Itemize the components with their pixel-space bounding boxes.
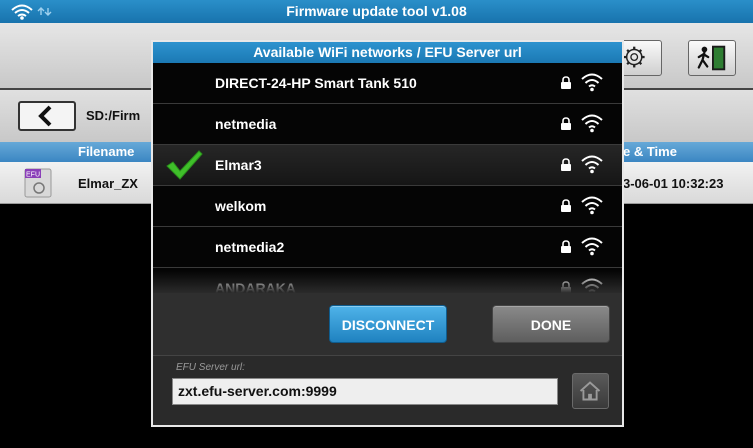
network-ssid: Elmar3: [215, 157, 262, 173]
exit-button[interactable]: [688, 40, 736, 76]
current-path: SD:/Firm: [86, 108, 141, 123]
efu-label: EFU: [26, 172, 40, 179]
exit-door-icon: [697, 45, 726, 71]
efu-file-icon: EFU: [24, 168, 52, 198]
network-item[interactable]: netmedia2: [153, 227, 622, 268]
disconnect-button[interactable]: DISCONNECT: [329, 305, 447, 343]
wifi-signal-icon: [581, 73, 603, 92]
network-item[interactable]: netmedia: [153, 104, 622, 145]
network-item[interactable]: DIRECT-24-HP Smart Tank 510: [153, 63, 622, 104]
lock-icon: [561, 76, 571, 89]
server-url-label: EFU Server url:: [176, 362, 245, 373]
column-datetime[interactable]: e & Time: [623, 144, 677, 159]
lock-icon: [561, 240, 571, 253]
wifi-signal-icon: [581, 114, 603, 133]
wifi-signal-icon: [581, 196, 603, 215]
network-item-connected[interactable]: Elmar3: [153, 145, 622, 186]
home-button[interactable]: [572, 373, 609, 409]
network-list[interactable]: DIRECT-24-HP Smart Tank 510 netmedia Elm…: [153, 63, 622, 293]
home-icon: [579, 381, 601, 401]
file-name: Elmar_ZX: [78, 176, 138, 191]
lock-icon: [561, 158, 571, 171]
server-url-input[interactable]: zxt.efu-server.com:9999: [172, 378, 558, 405]
window-title: Firmware update tool v1.08: [286, 3, 467, 19]
chevron-left-icon: [38, 105, 52, 127]
network-item[interactable]: welkom: [153, 186, 622, 227]
title-bar: Firmware update tool v1.08: [0, 0, 753, 23]
dialog-button-row: DISCONNECT DONE: [153, 293, 622, 355]
wifi-status-icon: [11, 4, 52, 20]
network-ssid: welkom: [215, 198, 267, 214]
wifi-signal-icon: [581, 278, 603, 293]
lock-icon: [561, 117, 571, 130]
server-url-panel: EFU Server url: zxt.efu-server.com:9999: [153, 355, 622, 425]
network-ssid: netmedia2: [215, 239, 285, 255]
lock-icon: [561, 199, 571, 212]
wifi-signal-icon: [581, 237, 603, 256]
file-datetime: 3-06-01 10:32:23: [623, 176, 724, 191]
network-ssid: ANDARAKA: [215, 280, 296, 293]
done-button[interactable]: DONE: [492, 305, 610, 343]
dialog-title: Available WiFi networks / EFU Server url: [153, 42, 622, 63]
column-filename[interactable]: Filename: [78, 144, 134, 159]
network-ssid: DIRECT-24-HP Smart Tank 510: [215, 75, 417, 91]
wifi-dialog: Available WiFi networks / EFU Server url…: [151, 40, 624, 427]
checkmark-icon: [166, 150, 203, 180]
lock-icon: [561, 281, 571, 293]
network-item[interactable]: ANDARAKA: [153, 268, 622, 293]
wifi-signal-icon: [581, 155, 603, 174]
back-button[interactable]: [18, 101, 76, 131]
network-ssid: netmedia: [215, 116, 277, 132]
